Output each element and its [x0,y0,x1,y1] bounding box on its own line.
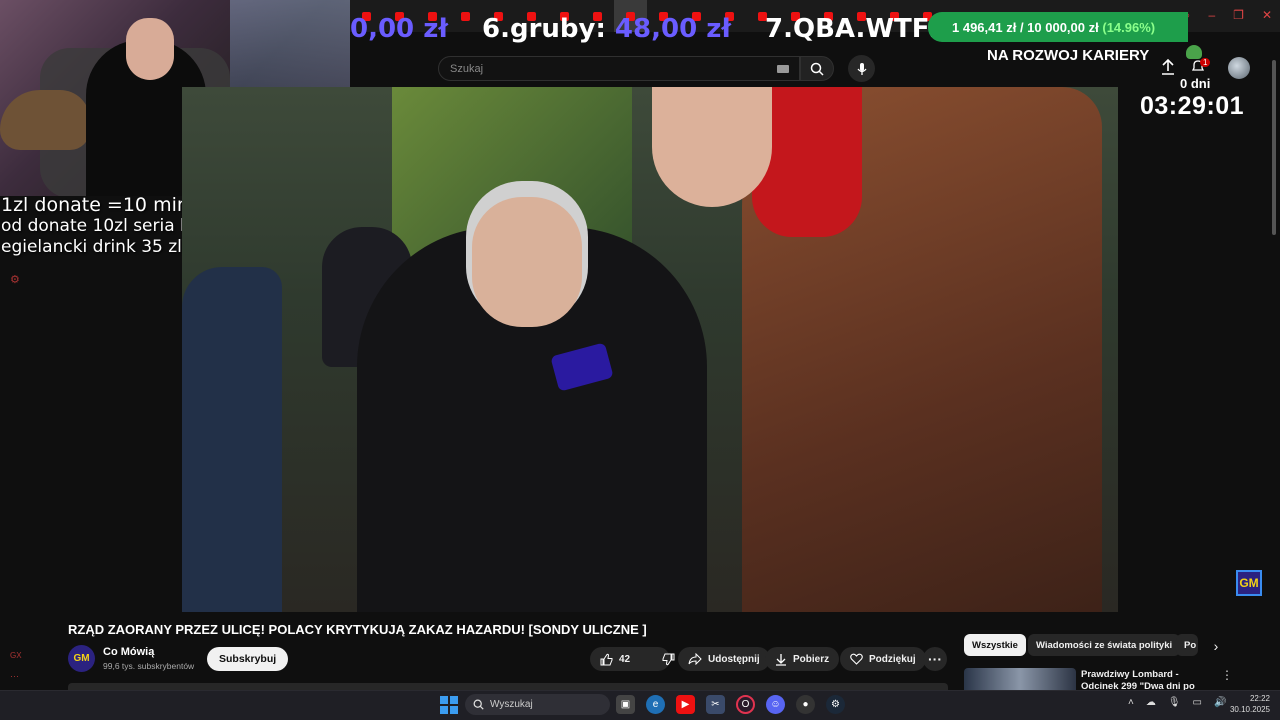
maximize-icon[interactable]: ❐ [1233,8,1244,23]
snipping-tool-icon[interactable]: ✂ [706,695,725,714]
minimize-icon[interactable]: – [1208,8,1215,23]
search-icon [473,699,484,710]
video-interviewer-head [652,87,772,207]
share-button[interactable]: Udostępnij [678,647,770,671]
ticker-name: 6.gruby: [481,14,606,44]
donation-ticker: 0,00 zł 6.gruby: 48,00 zł 7.QBA.WTF: 4 [350,10,966,48]
download-label: Pobierz [793,653,830,665]
recommended-video-thumbnail[interactable] [964,668,1076,690]
thanks-button[interactable]: Podziękuj [840,647,926,671]
thumbs-up-icon [600,653,613,665]
more-icon[interactable]: ··· [10,671,19,681]
goal-percent: (14.96%) [1102,19,1156,35]
discord-icon[interactable]: ☺ [766,695,785,714]
subscribe-button[interactable]: Subskrybuj [207,647,289,671]
recommended-video-title[interactable]: Prawdziwy Lombard - Odcinek 299 "Dwa dni… [1081,669,1211,691]
windows-start-icon[interactable] [440,696,458,714]
task-view-icon[interactable]: ▣ [616,695,635,714]
taskbar-search-label: Wyszukaj [490,699,533,710]
ticker-name: 7.QBA.WTF: [765,14,939,44]
search-placeholder: Szukaj [450,62,484,75]
close-icon[interactable]: ✕ [1262,8,1272,23]
search-button[interactable] [800,56,834,81]
ticker-amount: 0,00 zł [350,14,448,44]
chip-partial[interactable]: Po [1176,634,1198,656]
notification-badge: 1 [1200,58,1211,67]
opera-gx-icon[interactable]: GX [10,651,22,660]
thumbs-down-icon [662,653,675,665]
channel-avatar[interactable]: GM [68,645,95,672]
opera-gx-icon[interactable]: O [736,695,755,714]
microphone-icon [856,62,867,75]
edge-icon[interactable]: e [646,695,665,714]
microphone-icon[interactable]: 🎙 [1168,697,1181,708]
channel-name[interactable]: Co Mówią [103,646,154,658]
more-actions-button[interactable]: ··· [923,647,947,671]
display-icon[interactable]: ▭ [1193,697,1202,708]
like-button[interactable]: 42 [590,647,640,671]
voice-search-button[interactable] [848,55,875,82]
chip-all[interactable]: Wszystkie [964,634,1026,656]
youtube-app-icon[interactable]: ▶ [676,695,695,714]
goal-progress: 1 496,41 zł / 10 000,00 zł [952,19,1099,35]
video-title: RZĄD ZAORANY PRZEZ ULICĘ! POLACY KRYTYKU… [68,622,647,637]
taskbar [0,690,1280,720]
donation-goal-bar: 1 496,41 zł / 10 000,00 zł (14.96%) [928,12,1188,42]
ticker-entry: 0,00 zł [350,14,448,44]
ticker-amount: 48,00 zł [614,14,731,44]
channel-subscribers: 99,6 tys. subskrybentów [103,661,195,671]
volume-icon[interactable]: 🔊 [1214,697,1226,708]
streamer-head [126,18,174,80]
search-icon [810,62,824,76]
video-person [182,267,282,612]
dog [0,90,90,150]
steam-icon[interactable]: ⚙ [826,695,845,714]
goal-title: NA ROZWOJ KARIERY [987,47,1150,64]
settings-icon[interactable]: ⚙ [10,273,20,286]
ticker-entry: 6.gruby: 48,00 zł [482,14,731,44]
kebab-menu-icon[interactable]: ⋮ [1221,668,1233,682]
obs-icon[interactable]: ● [796,695,815,714]
stream-timer: 03:29:01 [1140,92,1245,120]
days-counter: 0 dni [1180,76,1211,91]
download-icon [776,653,786,666]
window-controls: ⌕ – ❐ ✕ [1184,8,1272,23]
scrollbar[interactable] [1272,60,1276,235]
clock-date: 30.10.2025 [1229,705,1270,714]
clock-time: 22:22 [1249,694,1270,703]
share-icon [688,653,702,665]
share-label: Udostępnij [708,653,760,665]
chip-politics[interactable]: Wiadomości ze świata polityki [1028,634,1181,656]
chevron-up-icon[interactable]: ˄ [1128,697,1134,708]
system-tray: ˄ ☁ 🎙 ▭ 🔊 [1128,697,1226,708]
upload-icon[interactable] [1160,58,1176,76]
webcam-background [230,0,350,100]
chevron-right-icon[interactable]: › [1206,636,1226,656]
heart-dollar-icon [850,653,863,665]
channel-watermark[interactable]: GM [1236,570,1262,596]
taskbar-clock[interactable]: 22:22 30.10.2025 [1228,693,1270,715]
download-button[interactable]: Pobierz [765,647,840,671]
video-player[interactable] [182,87,1118,612]
video-interviewee-head [472,197,582,327]
like-dislike-group: 42 [590,647,675,671]
search-input[interactable]: Szukaj [438,56,800,81]
thanks-label: Podziękuj [869,653,916,665]
like-count: 42 [619,653,631,665]
cloud-icon[interactable]: ☁ [1146,697,1156,708]
account-avatar[interactable] [1228,57,1250,79]
frog-icon [1186,45,1202,59]
keyboard-icon[interactable] [777,64,789,73]
taskbar-search[interactable]: Wyszukaj [465,694,610,715]
